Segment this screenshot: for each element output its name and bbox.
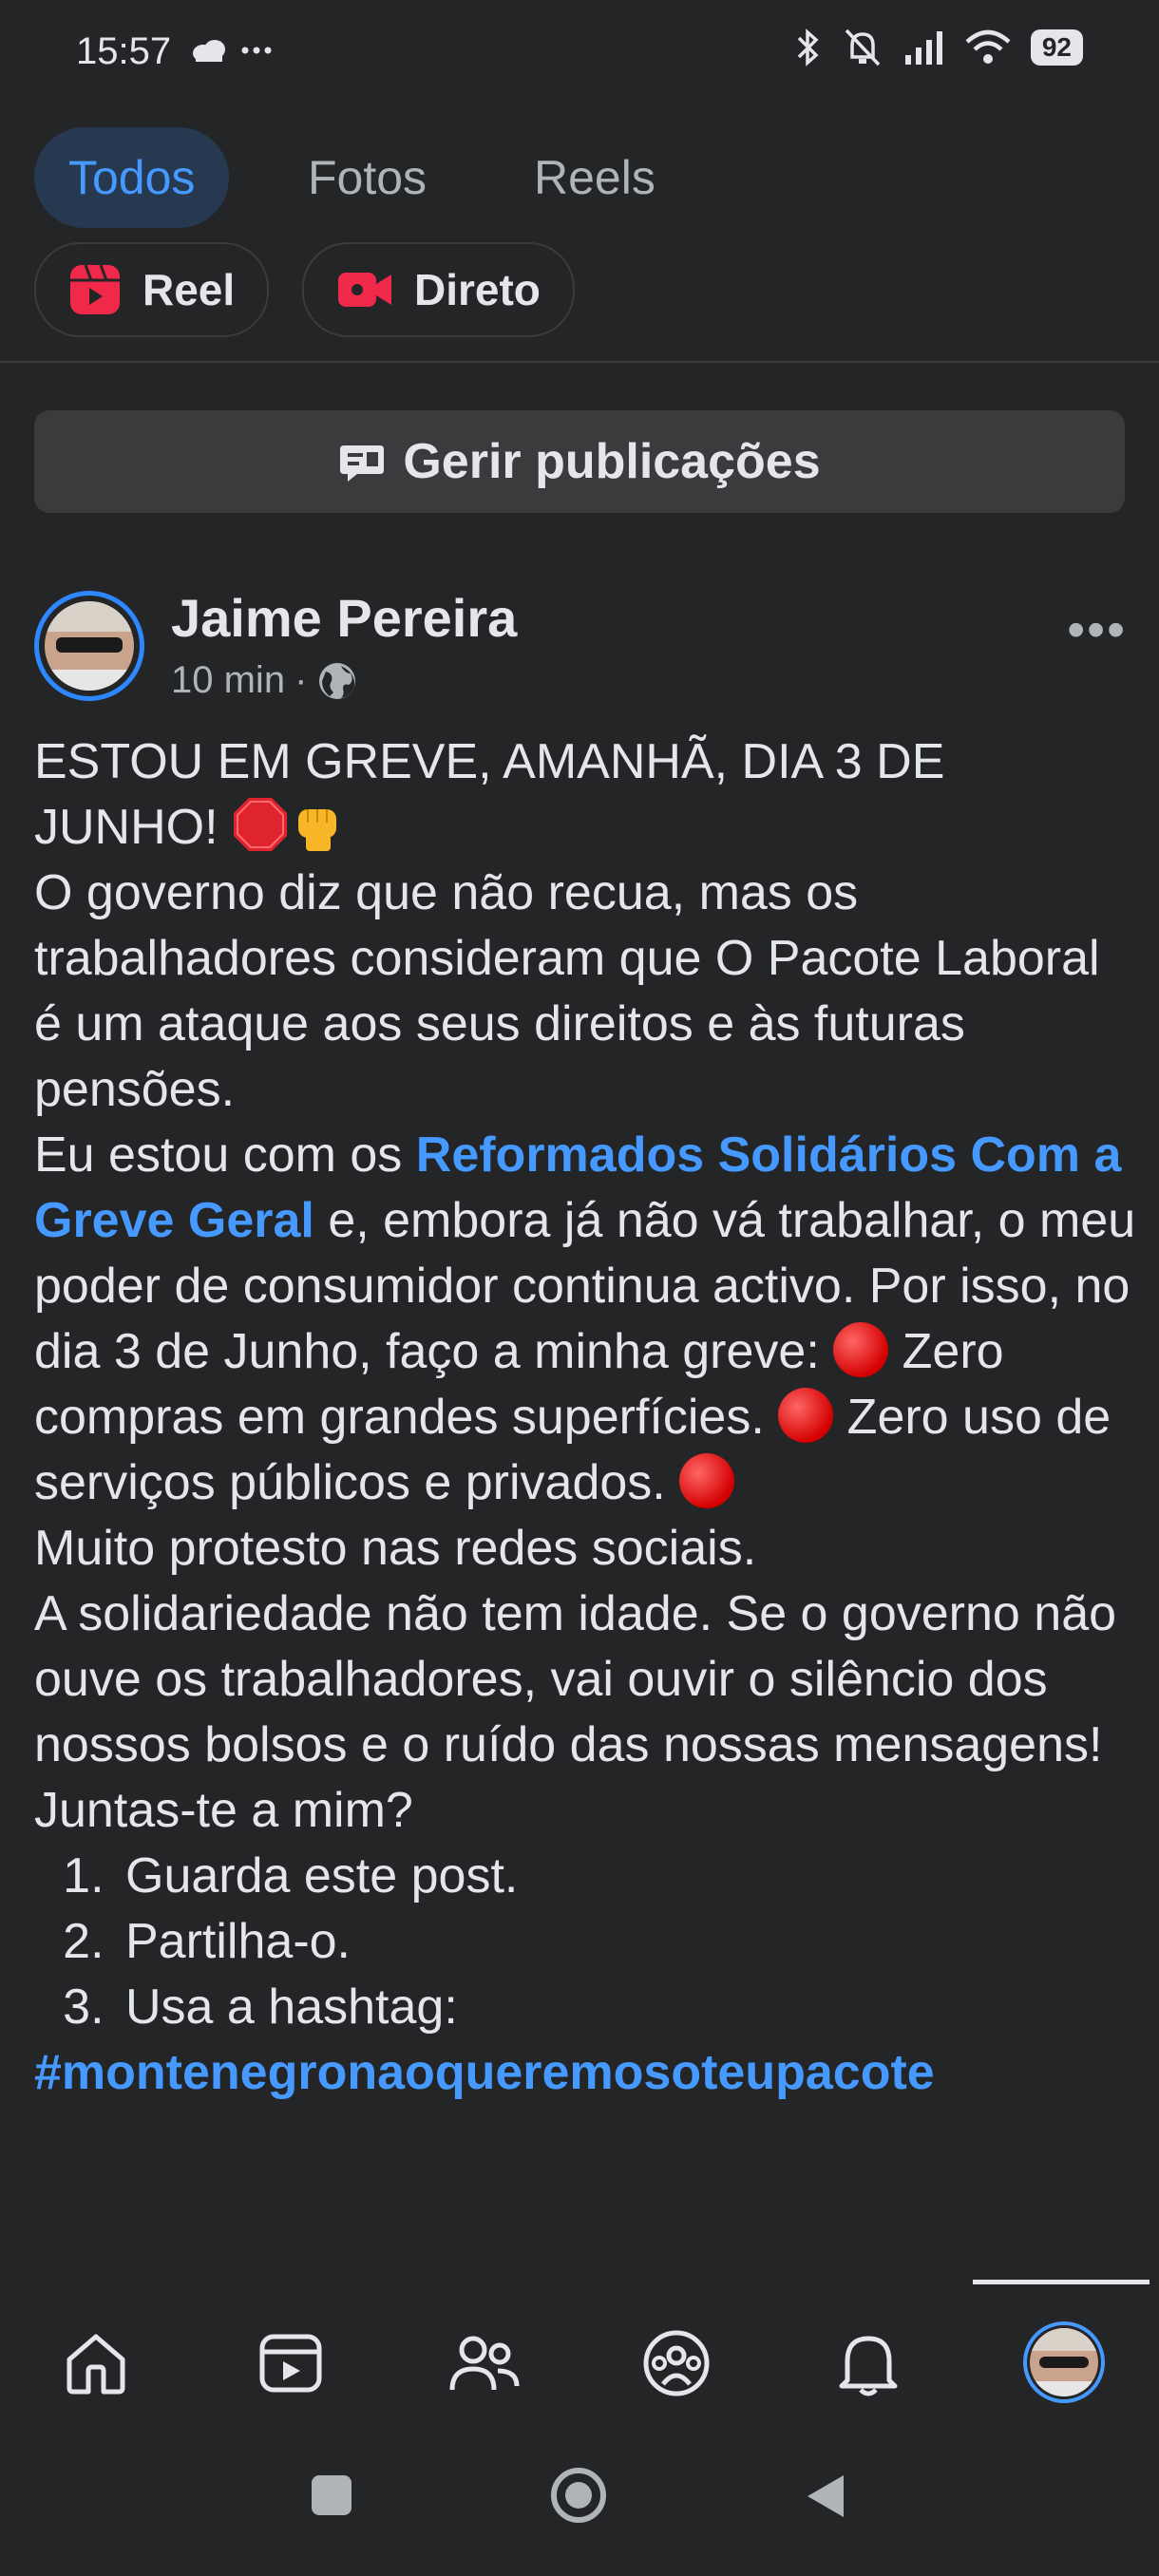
post-text: Eu estou com os: [34, 1127, 416, 1183]
post-line-1: ESTOU EM GREVE, AMANHÃ, DIA 3 DE JUNHO!: [34, 734, 945, 855]
wifi-icon: [965, 29, 1011, 64]
nav-groups[interactable]: [638, 2325, 714, 2401]
post-more-button[interactable]: •••: [1067, 600, 1127, 659]
active-tab-indicator: [973, 2280, 1150, 2284]
tab-todos[interactable]: Todos: [34, 127, 230, 228]
list-item: Guarda este post.: [118, 1844, 1136, 1909]
bottom-nav: [0, 2280, 1159, 2441]
live-video-icon: [338, 273, 391, 307]
notifications-icon: [839, 2336, 898, 2396]
list-item: Partilha-o.: [118, 1909, 1136, 1975]
post-paragraph-5: Juntas-te a mim?: [34, 1783, 413, 1838]
system-nav: [0, 2441, 1159, 2576]
post-text: Muito protesto nas redes sociais.: [34, 1521, 757, 1576]
nav-notifications[interactable]: [830, 2325, 906, 2401]
red-circle-icon: [679, 1453, 735, 1508]
hashtag-link[interactable]: #montenegronaoqueremosoteupacote: [34, 2045, 935, 2100]
stop-sign-icon: [234, 798, 287, 851]
post-list: Guarda este post. Partilha-o. Usa a hash…: [34, 1844, 1136, 2040]
video-icon: [259, 2334, 322, 2393]
post-body: ESTOU EM GREVE, AMANHÃ, DIA 3 DE JUNHO! …: [34, 729, 1136, 2106]
status-time: 15:57: [76, 30, 172, 72]
bluetooth-icon: [797, 28, 819, 66]
post-paragraph-4: A solidariedade não tem idade. Se o gove…: [34, 1586, 1117, 1772]
more-dots-icon: [241, 47, 272, 54]
reel-icon: [70, 264, 120, 314]
nav-friends[interactable]: [446, 2325, 522, 2401]
nav-home[interactable]: [58, 2325, 134, 2401]
mute-icon: [845, 28, 881, 66]
post-meta: 10 min ·: [171, 659, 358, 702]
status-bar: 15:57 92: [0, 0, 1159, 104]
post-paragraph-2: O governo diz que não recua, mas os trab…: [34, 865, 1100, 1117]
manage-posts-icon: [340, 445, 385, 482]
create-strip: Reel Direto: [0, 242, 1159, 363]
manage-posts-button[interactable]: Gerir publicações: [34, 410, 1125, 513]
author-avatar[interactable]: [34, 591, 144, 701]
recents-button[interactable]: [308, 2472, 355, 2519]
home-icon: [66, 2334, 125, 2395]
red-circle-icon: [778, 1388, 834, 1443]
battery-indicator: 92: [1030, 29, 1083, 66]
manage-posts-label: Gerir publicações: [403, 434, 821, 489]
list-item: Usa a hashtag:: [118, 1975, 1136, 2040]
filter-tabs: Todos Fotos Reels: [0, 104, 1159, 253]
cloud-icon: [193, 40, 225, 63]
globe-icon: [319, 662, 356, 699]
reel-chip[interactable]: Reel: [34, 242, 270, 337]
signal-icon: [904, 31, 942, 65]
meta-separator: ·: [294, 659, 308, 701]
raised-fist-icon: [298, 809, 336, 851]
friends-icon: [449, 2336, 520, 2391]
post-header: Jaime Pereira 10 min · •••: [34, 588, 1127, 714]
nav-profile[interactable]: [1023, 2321, 1105, 2403]
back-button[interactable]: [804, 2472, 847, 2521]
groups-icon: [643, 2330, 710, 2396]
red-circle-icon: [833, 1322, 889, 1377]
live-chip[interactable]: Direto: [302, 242, 575, 337]
nav-video[interactable]: [253, 2325, 329, 2401]
live-chip-label: Direto: [414, 265, 541, 314]
post-time[interactable]: 10 min: [171, 659, 285, 702]
reel-chip-label: Reel: [142, 265, 236, 314]
tab-reels[interactable]: Reels: [500, 127, 690, 228]
home-button[interactable]: [549, 2466, 608, 2525]
profile-avatar: [1030, 2328, 1098, 2396]
author-name[interactable]: Jaime Pereira: [171, 587, 517, 649]
tab-fotos[interactable]: Fotos: [274, 127, 461, 228]
